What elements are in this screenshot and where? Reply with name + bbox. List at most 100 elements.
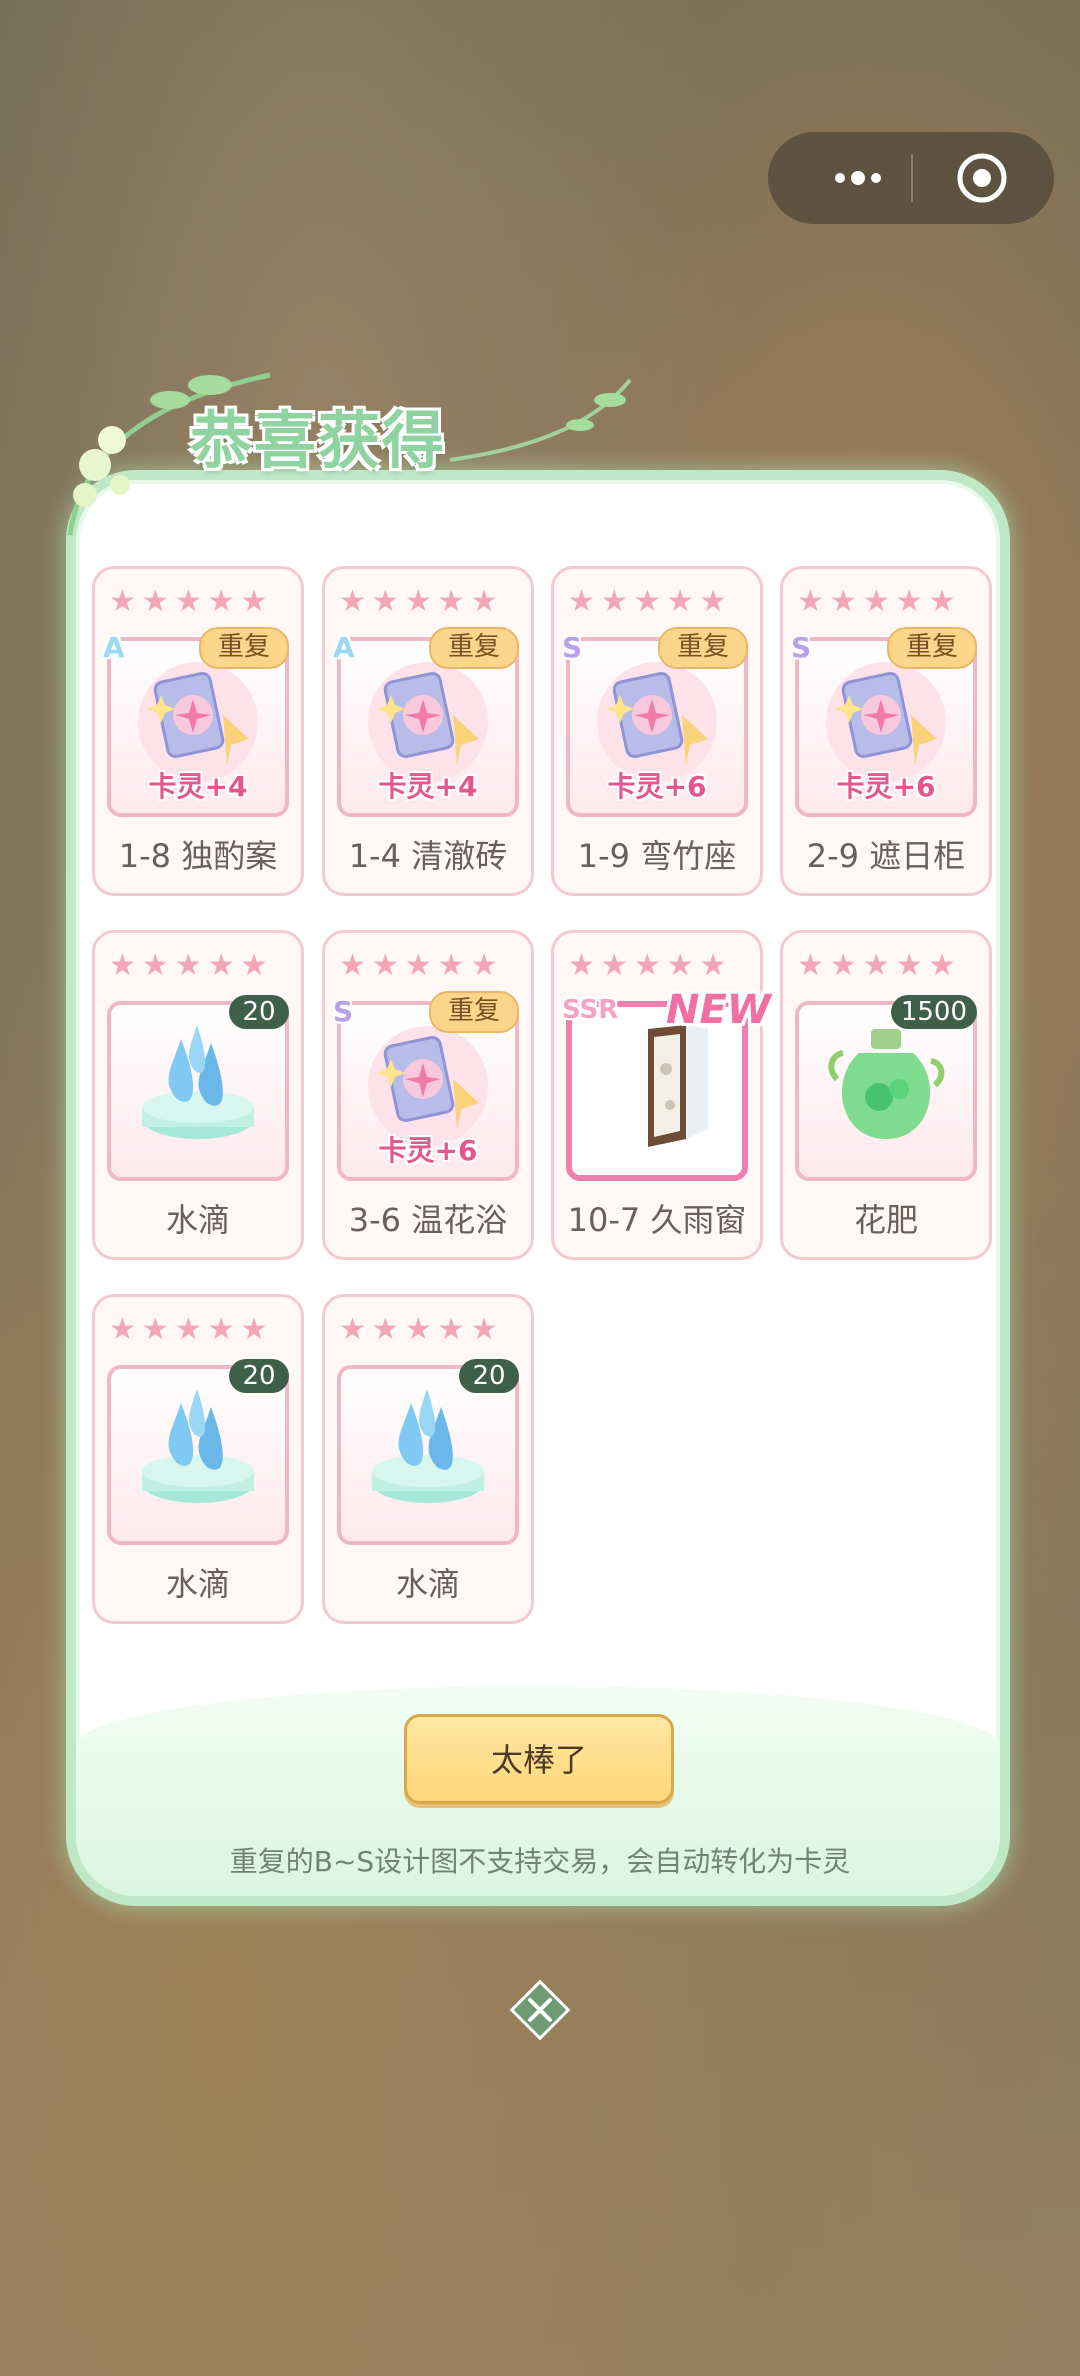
star-icon: ★ [437, 584, 465, 619]
star-icon: ★ [240, 1312, 268, 1347]
item-name: 1-9 弯竹座 [577, 837, 737, 875]
quantity-badge: 20 [229, 995, 289, 1029]
item-name: 2-9 遮日柜 [806, 837, 966, 875]
star-icon: ★ [339, 948, 366, 983]
capsule-divider [911, 154, 913, 202]
star-icon: ★ [109, 948, 136, 983]
star-icon: ★ [797, 948, 824, 983]
star-icon: ★ [600, 584, 628, 619]
reward-title: 恭喜获得 [190, 404, 447, 477]
spirit-amount: 卡灵+6 [836, 770, 936, 803]
target-circle-icon[interactable] [956, 152, 1008, 204]
quantity-badge: 20 [229, 1359, 289, 1393]
star-icon: ★ [666, 948, 694, 983]
star-icon: ★ [699, 584, 727, 619]
item-name: 水滴 [165, 1201, 230, 1239]
star-icon: ★ [174, 584, 202, 619]
quantity-badge: 20 [459, 1359, 519, 1393]
new-tag: NEW [666, 987, 771, 1033]
spirit-amount: 卡灵+4 [148, 770, 248, 803]
star-icon: ★ [633, 948, 661, 983]
star-icon: ★ [174, 948, 202, 983]
star-icon: ★ [109, 1312, 136, 1347]
duplicate-badge: 重复 [658, 627, 748, 669]
item-name: 10-7 久雨窗 [567, 1201, 747, 1239]
item-name: 水滴 [165, 1565, 230, 1603]
mini-program-capsule [768, 132, 1054, 224]
item-name: 水滴 [395, 1565, 460, 1603]
duplicate-badge: 重复 [199, 627, 289, 669]
grade-label: SSR [562, 995, 619, 1025]
great-button[interactable]: 太棒了 [404, 1714, 674, 1804]
water-drop-icon [131, 1019, 265, 1153]
star-icon: ★ [699, 948, 727, 983]
star-icon: ★ [600, 948, 628, 983]
star-icon: ★ [404, 1312, 432, 1347]
star-icon: ★ [240, 584, 268, 619]
reward-card[interactable]: ★ ★ ★ ★ ★ 卡灵+6 重复 S 3-6 温花浴 [322, 930, 534, 1260]
star-icon: ★ [141, 584, 169, 619]
grade-label: S [333, 995, 354, 1028]
rating-stars: ★ ★ ★ ★ ★ [568, 951, 727, 981]
water-drop-icon [131, 1383, 265, 1517]
star-icon: ★ [404, 948, 432, 983]
rating-stars: ★ ★ ★ ★ ★ [339, 587, 498, 617]
star-icon: ★ [895, 584, 923, 619]
star-icon: ★ [437, 948, 465, 983]
fertilizer-jar-icon [819, 1019, 953, 1153]
star-icon: ★ [470, 1312, 498, 1347]
star-icon: ★ [207, 1312, 235, 1347]
star-icon: ★ [829, 584, 857, 619]
star-icon: ★ [895, 948, 923, 983]
star-icon: ★ [141, 948, 169, 983]
star-icon: ★ [862, 584, 890, 619]
star-icon: ★ [207, 584, 235, 619]
conversion-note: 重复的B~S设计图不支持交易，会自动转化为卡灵 [229, 1845, 851, 1878]
star-icon: ★ [141, 1312, 169, 1347]
star-icon: ★ [797, 584, 824, 619]
star-icon: ★ [928, 948, 956, 983]
reward-card[interactable]: ★ ★ ★ ★ ★ 20 水滴 [322, 1294, 534, 1624]
reward-card[interactable]: ★ ★ ★ ★ ★ 20 水滴 [92, 930, 304, 1260]
star-icon: ★ [437, 1312, 465, 1347]
duplicate-badge: 重复 [429, 627, 519, 669]
reward-card[interactable]: ★ ★ ★ ★ ★ 1500 花肥 [780, 930, 992, 1260]
reward-card[interactable]: ★ ★ ★ ★ ★ 卡灵+6 重复 S 2-9 遮日柜 [780, 566, 992, 896]
window-icon [590, 1019, 724, 1153]
star-icon: ★ [404, 584, 432, 619]
grade-label: A [103, 631, 125, 664]
spirit-amount: 卡灵+6 [607, 770, 707, 803]
reward-card[interactable]: ★ ★ ★ ★ ★ 20 水滴 [92, 1294, 304, 1624]
star-icon: ★ [470, 948, 498, 983]
star-icon: ★ [568, 584, 595, 619]
grade-label: S [791, 631, 812, 664]
rating-stars: ★ ★ ★ ★ ★ [339, 1315, 498, 1345]
rating-stars: ★ ★ ★ ★ ★ [109, 587, 268, 617]
more-dots-icon[interactable] [808, 132, 908, 224]
spirit-amount: 卡灵+4 [378, 770, 478, 803]
reward-card[interactable]: ★ ★ ★ ★ ★ 卡灵+6 重复 S 1-9 弯竹座 [551, 566, 763, 896]
reward-card[interactable]: ★ ★ ★ ★ ★ SSR NEW 10-7 久雨窗 [551, 930, 771, 1260]
item-name: 3-6 温花浴 [348, 1201, 508, 1239]
item-name: 花肥 [853, 1201, 918, 1239]
star-icon: ★ [371, 584, 399, 619]
reward-card[interactable]: ★ ★ ★ ★ ★ 卡灵+4 重复 A 1-4 清澈砖 [322, 566, 534, 896]
duplicate-badge: 重复 [429, 991, 519, 1033]
star-icon: ★ [633, 584, 661, 619]
vine-right-decoration [449, 378, 632, 462]
water-drop-icon [361, 1383, 495, 1517]
star-icon: ★ [339, 1312, 366, 1347]
item-name: 1-4 清澈砖 [348, 837, 508, 875]
spirit-amount: 卡灵+6 [378, 1134, 478, 1167]
star-icon: ★ [174, 1312, 202, 1347]
rating-stars: ★ ★ ★ ★ ★ [109, 951, 268, 981]
reward-card[interactable]: ★ ★ ★ ★ ★ 卡灵+4 重复 A 1-8 独酌案 [92, 566, 304, 896]
star-icon: ★ [568, 948, 595, 983]
star-icon: ★ [862, 948, 890, 983]
rating-stars: ★ ★ ★ ★ ★ [109, 1315, 268, 1345]
star-icon: ★ [470, 584, 498, 619]
rating-stars: ★ ★ ★ ★ ★ [568, 587, 727, 617]
close-icon[interactable] [508, 1978, 572, 2042]
star-icon: ★ [928, 584, 956, 619]
star-icon: ★ [829, 948, 857, 983]
